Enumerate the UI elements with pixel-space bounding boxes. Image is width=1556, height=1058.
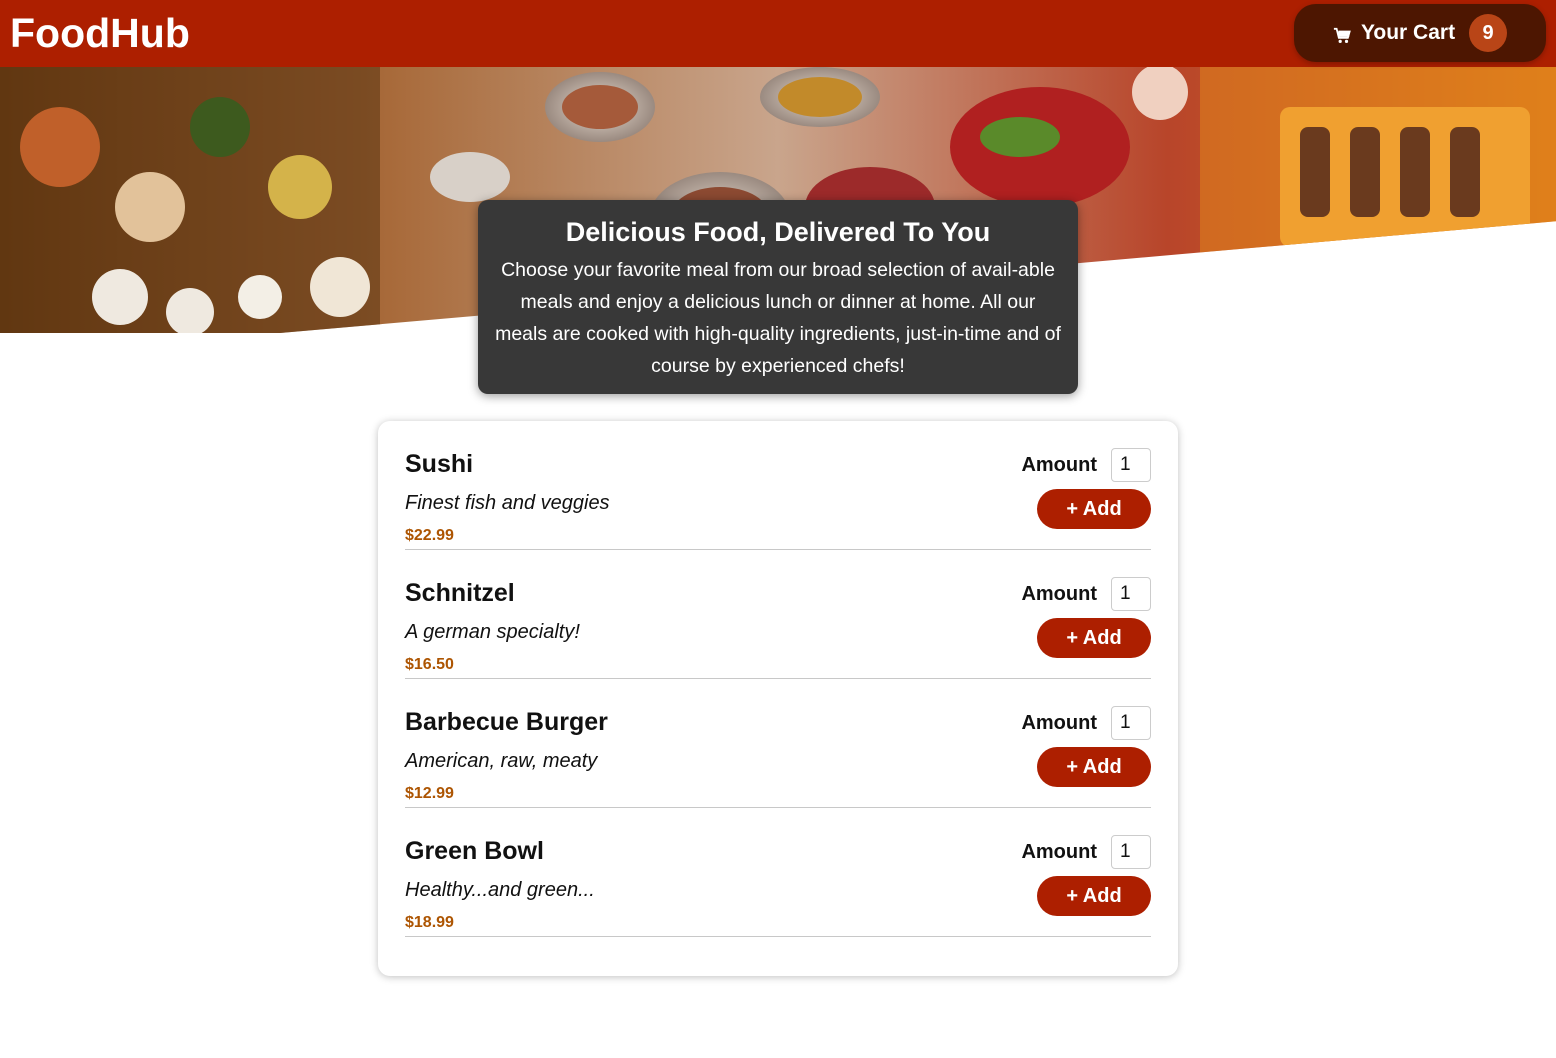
meal-item: Green Bowl Healthy...and green... $18.99…	[405, 808, 1151, 937]
meal-price: $22.99	[405, 527, 454, 544]
meal-item: Sushi Finest fish and veggies $22.99 Amo…	[405, 421, 1151, 550]
meal-description: A german specialty!	[405, 621, 580, 643]
amount-row: Amount	[1021, 835, 1151, 869]
meal-price: $18.99	[405, 914, 454, 931]
meals-list: Sushi Finest fish and veggies $22.99 Amo…	[378, 421, 1178, 937]
cart-label: Your Cart	[1360, 21, 1456, 44]
cart-icon	[1333, 27, 1351, 45]
cart-button[interactable]: Your Cart 9	[1294, 4, 1546, 62]
amount-label: Amount	[1021, 840, 1097, 863]
amount-label: Amount	[1021, 711, 1097, 734]
summary-text: Choose your favorite meal from our broad…	[495, 259, 1061, 377]
meal-item: Barbecue Burger American, raw, meaty $12…	[405, 679, 1151, 808]
add-button[interactable]: + Add	[1037, 489, 1151, 529]
amount-input[interactable]	[1111, 577, 1151, 611]
app-header: FoodHub Your Cart 9	[0, 0, 1556, 67]
add-button[interactable]: + Add	[1037, 747, 1151, 787]
amount-label: Amount	[1021, 453, 1097, 476]
summary-card: Delicious Food, Delivered To You Choose …	[478, 200, 1078, 394]
meal-description: Finest fish and veggies	[405, 492, 610, 514]
amount-row: Amount	[1021, 577, 1151, 611]
meal-price: $12.99	[405, 785, 454, 802]
app-logo: FoodHub	[10, 10, 190, 56]
cart-count-badge: 9	[1469, 14, 1508, 52]
meal-description: Healthy...and green...	[405, 879, 595, 901]
meal-name: Green Bowl	[405, 837, 544, 865]
add-button[interactable]: + Add	[1037, 876, 1151, 916]
meal-price: $16.50	[405, 656, 454, 673]
meal-name: Barbecue Burger	[405, 708, 608, 736]
amount-input[interactable]	[1111, 448, 1151, 482]
meals-card: Sushi Finest fish and veggies $22.99 Amo…	[378, 421, 1178, 976]
meal-name: Schnitzel	[405, 579, 515, 607]
summary-title: Delicious Food, Delivered To You	[565, 217, 991, 247]
amount-label: Amount	[1021, 582, 1097, 605]
amount-row: Amount	[1021, 448, 1151, 482]
amount-input[interactable]	[1111, 835, 1151, 869]
amount-row: Amount	[1021, 706, 1151, 740]
amount-input[interactable]	[1111, 706, 1151, 740]
meal-description: American, raw, meaty	[405, 750, 598, 772]
meal-item: Schnitzel A german specialty! $16.50 Amo…	[405, 550, 1151, 679]
add-button[interactable]: + Add	[1037, 618, 1151, 658]
meal-name: Sushi	[405, 450, 474, 478]
